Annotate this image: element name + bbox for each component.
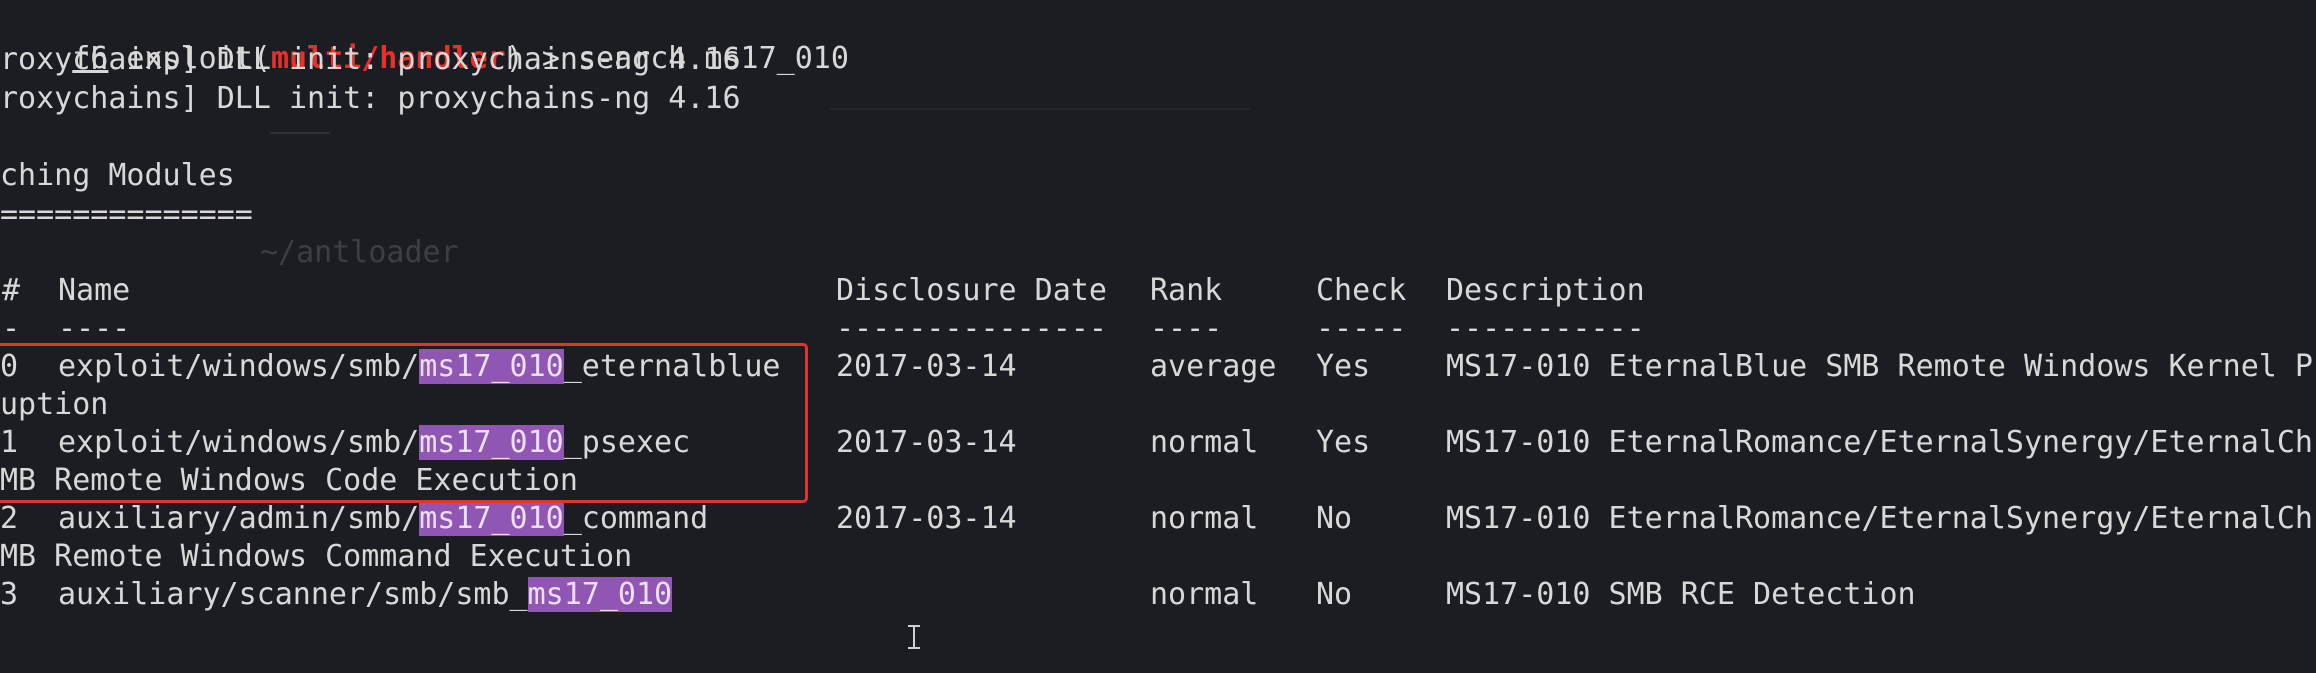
separator-description: ----------- [1446,311,1645,346]
check-value: Yes [1316,349,1371,384]
wrapped-description: MB Remote Windows Command Execution [0,539,633,574]
header-rank: Rank [1150,273,1223,308]
rank-value: normal [1150,425,1259,460]
module-name[interactable]: auxiliary/scanner/smb/smb_ms17_010 [58,576,673,614]
separator-date: --------------- [836,311,1107,346]
module-path: auxiliary/scanner/smb/smb_ [58,577,528,612]
rank-value: normal [1150,501,1259,536]
disclosure-date: 2017-03-14 [836,425,1017,460]
ghost-rule [270,132,330,134]
module-path: auxiliary/admin/smb/ [58,501,420,536]
command-prompt-line[interactable]: f6 exploit(multi/handler) > search ms17_… [0,2,849,76]
header-check: Check [1316,273,1407,308]
ghost-path-text: ~/antloader [260,235,459,270]
separator-rank: ---- [1150,311,1223,346]
check-value: No [1316,501,1353,536]
check-value: No [1316,577,1353,612]
rank-value: normal [1150,577,1259,612]
red-annotation-box [0,343,808,503]
description-value: MS17-010 EternalRomance/EternalSynergy/E… [1446,425,2313,460]
search-match-highlight: ms17_010 [527,577,673,612]
description-value: MS17-010 EternalRomance/EternalSynergy/E… [1446,501,2313,536]
row-num: 3 [0,577,19,612]
ghost-rule [830,108,1250,110]
header-name: Name [58,273,131,308]
separator-check: ----- [1316,311,1407,346]
section-title: ching Modules [0,158,235,193]
module-suffix: _command [563,501,709,536]
description-value: MS17-010 EternalBlue SMB Remote Windows … [1446,349,2313,384]
rank-value: average [1150,349,1277,384]
init-line: roxychains] DLL init: proxychains-ng 4.1… [0,42,741,77]
row-num: 2 [0,501,19,536]
terminal-window[interactable]: ~/antloader f6 exploit(multi/handler) > … [0,0,2316,673]
header-disclosure-date: Disclosure Date [836,273,1107,308]
header-num: # [2,273,21,308]
check-value: Yes [1316,425,1371,460]
search-match-highlight: ms17_010 [419,501,564,536]
module-name[interactable]: auxiliary/admin/smb/ms17_010_command [58,500,708,538]
header-description: Description [1446,273,1645,308]
disclosure-date: 2017-03-14 [836,501,1017,536]
text-cursor-icon [908,625,920,649]
section-rule: ============== [0,197,253,232]
description-value: MS17-010 SMB RCE Detection [1446,577,1916,612]
init-line: roxychains] DLL init: proxychains-ng 4.1… [0,81,741,116]
disclosure-date: 2017-03-14 [836,349,1017,384]
